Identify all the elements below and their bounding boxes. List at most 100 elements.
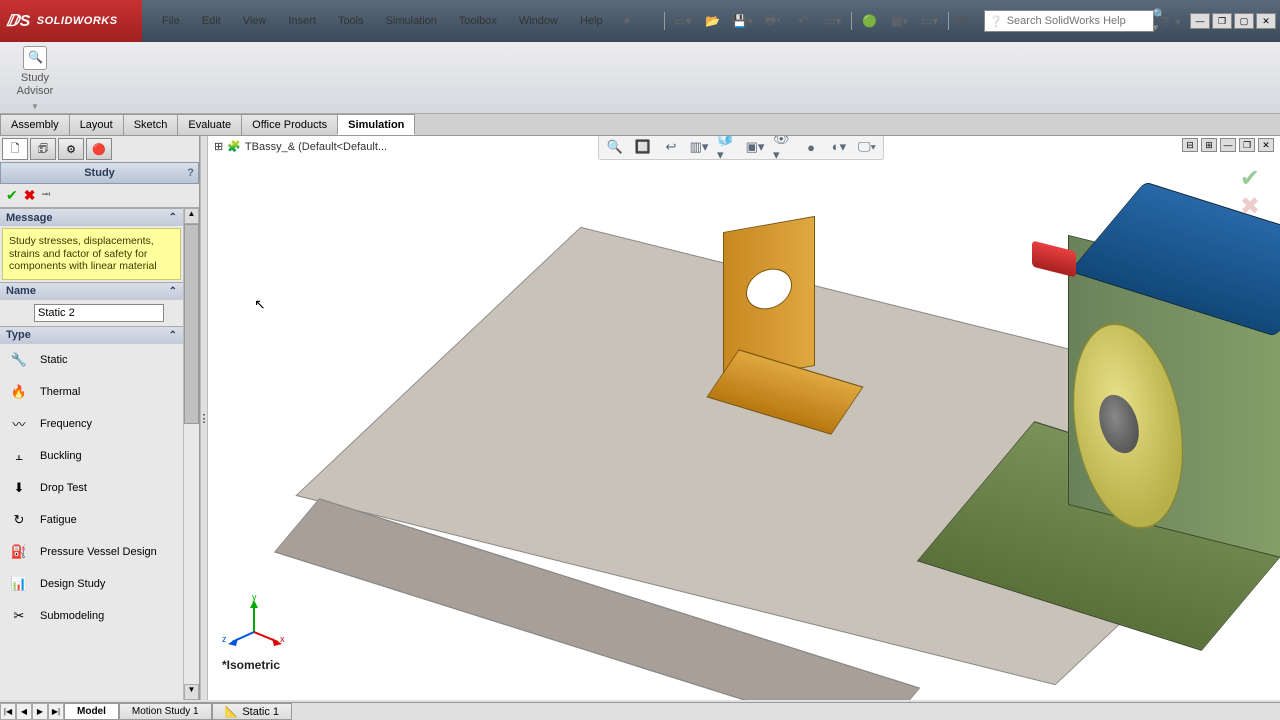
flyout-feature-tree[interactable]: ⊞ 🧩 TBassy_& (Default<Default... — [214, 140, 387, 153]
section-type-header[interactable]: Type ⌃ — [0, 326, 183, 344]
apply-scene-icon[interactable]: ◐▾ — [829, 137, 849, 157]
menu-simulation[interactable]: Simulation — [376, 11, 447, 31]
feature-manager-tab[interactable]: 🗋 — [2, 138, 28, 160]
view-settings-icon[interactable]: 🖵▾ — [857, 137, 877, 157]
property-manager-panel: 🗋 🗊 ⚙ 🔴 Study ? ✔ ✖ ⭲ Message ⌃ Study st… — [0, 136, 200, 700]
print-icon[interactable]: 🖶▾ — [761, 11, 785, 31]
undo-icon[interactable]: ↶ — [791, 11, 815, 31]
section-message-header[interactable]: Message ⌃ — [0, 208, 183, 226]
gfx-restore-button[interactable]: ❐ — [1239, 138, 1255, 152]
menu-edit[interactable]: Edit — [192, 11, 231, 31]
search-input[interactable] — [1007, 15, 1149, 27]
sim-study-icon: 📐 — [225, 705, 239, 718]
gfx-expand-button[interactable]: ⊞ — [1201, 138, 1217, 152]
new-icon[interactable]: ▭▾ — [671, 11, 695, 31]
open-icon[interactable]: 📂 — [701, 11, 725, 31]
pm-title: Study ? — [0, 162, 199, 184]
vcr-last-button[interactable]: ▶| — [48, 703, 64, 720]
drop-test-icon: ⬇ — [8, 477, 30, 499]
menu-window[interactable]: Window — [509, 11, 568, 31]
tab-motion-study-1[interactable]: Motion Study 1 — [119, 703, 212, 720]
options-icon[interactable]: ▦▾ — [888, 11, 912, 31]
type-drop-test[interactable]: ⬇Drop Test — [0, 472, 183, 504]
view-orientation-icon[interactable]: 🧊▾ — [717, 137, 737, 157]
type-fatigue[interactable]: ↻Fatigue — [0, 504, 183, 536]
gfx-minimize-button[interactable]: — — [1220, 138, 1236, 152]
design-study-icon: 📊 — [8, 573, 30, 595]
zoom-area-icon[interactable]: 🔲 — [633, 137, 653, 157]
rebuild-icon[interactable]: 🟢 — [858, 11, 882, 31]
ds-logo-icon: ⅅS — [6, 11, 31, 31]
save-icon[interactable]: 💾▾ — [731, 11, 755, 31]
expand-icon[interactable]: ⊞ — [214, 140, 223, 153]
help-search[interactable]: ❔ 🔍▾ — [984, 10, 1154, 32]
configuration-manager-tab[interactable]: ⚙ — [58, 138, 84, 160]
frequency-icon: 〰 — [8, 413, 30, 435]
tab-sketch[interactable]: Sketch — [123, 114, 179, 135]
type-static[interactable]: 🔧Static — [0, 344, 183, 376]
screen-capture-icon[interactable]: ▭▾ — [918, 11, 942, 31]
assembly-icon: 🧩 — [227, 140, 241, 153]
tab-layout[interactable]: Layout — [69, 114, 124, 135]
graphics-area[interactable]: ⊞ 🧩 TBassy_& (Default<Default... 🔍 🔲 ↩ ▥… — [208, 136, 1280, 700]
restore-button[interactable]: ❐ — [1212, 13, 1232, 29]
scroll-thumb[interactable] — [184, 224, 199, 424]
edit-appearance-icon[interactable]: ● — [801, 137, 821, 157]
type-buckling[interactable]: ⫠Buckling — [0, 440, 183, 472]
section-name-header[interactable]: Name ⌃ — [0, 282, 183, 300]
menu-toolbox[interactable]: Toolbox — [449, 11, 507, 31]
pushpin-button[interactable]: ⭲ — [41, 185, 50, 206]
model-render — [438, 176, 1278, 656]
vcr-next-button[interactable]: ▶ — [32, 703, 48, 720]
tab-assembly[interactable]: Assembly — [0, 114, 70, 135]
scroll-up-icon[interactable]: ▲ — [184, 208, 199, 224]
submodeling-icon: ✂ — [8, 605, 30, 627]
menu-tools[interactable]: Tools — [328, 11, 374, 31]
pm-help-button[interactable]: ? — [187, 167, 194, 179]
type-pressure-vessel[interactable]: ⛽Pressure Vessel Design — [0, 536, 183, 568]
axis-z-label: z — [222, 634, 227, 644]
dimxpert-manager-tab[interactable]: 🔴 — [86, 138, 112, 160]
flyout-icon[interactable]: ✦ — [615, 11, 639, 31]
type-design-study[interactable]: 📊Design Study — [0, 568, 183, 600]
menu-view[interactable]: View — [233, 11, 277, 31]
menu-insert[interactable]: Insert — [278, 11, 326, 31]
type-thermal[interactable]: 🔥Thermal — [0, 376, 183, 408]
vcr-first-button[interactable]: |◀ — [0, 703, 16, 720]
cursor-icon: ↖ — [254, 296, 266, 313]
graphics-window-controls: ⊟ ⊞ — ❐ ✕ — [1182, 138, 1274, 152]
select-icon[interactable]: ▭▾ — [821, 11, 845, 31]
pressure-vessel-icon: ⛽ — [8, 541, 30, 563]
zoom-fit-icon[interactable]: 🔍 — [605, 137, 625, 157]
display-style-icon[interactable]: ▣▾ — [745, 137, 765, 157]
close-button[interactable]: ✕ — [1256, 13, 1276, 29]
vcr-prev-button[interactable]: ◀ — [16, 703, 32, 720]
cancel-button[interactable]: ✖ — [24, 187, 36, 204]
property-manager-tab[interactable]: 🗊 — [30, 138, 56, 160]
tab-evaluate[interactable]: Evaluate — [177, 114, 242, 135]
maximize-button[interactable]: ▢ — [1234, 13, 1254, 29]
ok-button[interactable]: ✔ — [6, 187, 18, 204]
collapse-icon: ⌃ — [169, 286, 177, 297]
study-name-input[interactable] — [34, 304, 164, 322]
help-dropdown-icon[interactable]: ？▾ — [1160, 11, 1184, 31]
study-advisor-button[interactable]: Study Advisor ▼ — [8, 46, 62, 112]
tab-simulation[interactable]: Simulation — [337, 114, 415, 135]
splitter-handle[interactable]: ⋮ — [200, 136, 208, 700]
tab-office-products[interactable]: Office Products — [241, 114, 338, 135]
previous-view-icon[interactable]: ↩ — [661, 137, 681, 157]
scroll-down-icon[interactable]: ▼ — [184, 684, 199, 700]
gfx-close-button[interactable]: ✕ — [1258, 138, 1274, 152]
menu-help[interactable]: Help — [570, 11, 613, 31]
gfx-collapse-button[interactable]: ⊟ — [1182, 138, 1198, 152]
minimize-button[interactable]: — — [1190, 13, 1210, 29]
tab-static-1[interactable]: 📐Static 1 — [212, 703, 292, 720]
section-view-icon[interactable]: ▥▾ — [689, 137, 709, 157]
message-body: Study stresses, displacements, strains a… — [2, 228, 181, 280]
type-frequency[interactable]: 〰Frequency — [0, 408, 183, 440]
hide-show-icon[interactable]: 👁▾ — [773, 137, 793, 157]
type-submodeling[interactable]: ✂Submodeling — [0, 600, 183, 632]
tab-model[interactable]: Model — [64, 703, 119, 720]
panel-scrollbar[interactable]: ▲ ▼ — [183, 208, 199, 700]
menu-file[interactable]: File — [152, 11, 190, 31]
